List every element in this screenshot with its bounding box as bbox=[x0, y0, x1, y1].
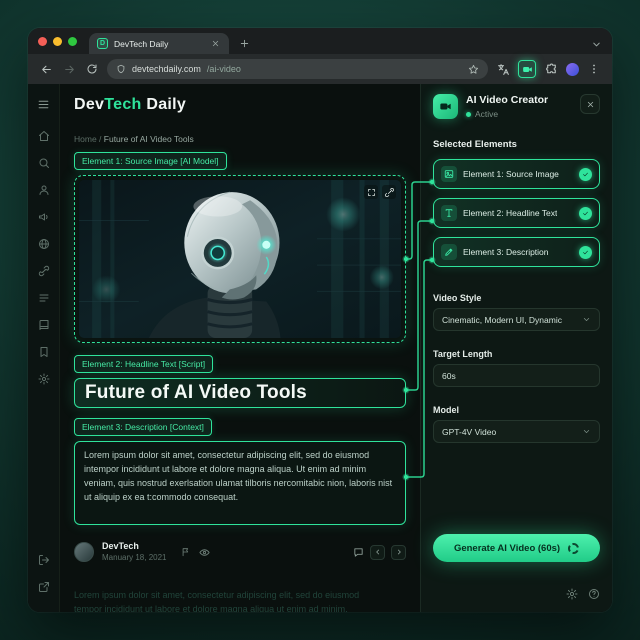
generate-video-button[interactable]: Generate AI Video (60s) bbox=[433, 534, 600, 562]
reload-icon[interactable] bbox=[84, 61, 100, 77]
new-tab-button[interactable] bbox=[235, 34, 253, 52]
feed-icon[interactable] bbox=[32, 286, 56, 310]
flag-icon[interactable] bbox=[181, 547, 191, 557]
book-icon[interactable] bbox=[32, 313, 56, 337]
tab-favicon: D bbox=[97, 38, 108, 49]
tab-close-icon[interactable] bbox=[211, 39, 221, 49]
views-eye-icon[interactable] bbox=[199, 547, 210, 558]
prev-page-chevron[interactable] bbox=[370, 545, 385, 560]
target-length-label: Target Length bbox=[433, 349, 600, 359]
ai-robot-image bbox=[79, 180, 401, 338]
window-controls bbox=[38, 28, 77, 54]
text-icon bbox=[441, 205, 457, 221]
menu-icon[interactable] bbox=[32, 92, 56, 116]
video-camera-icon bbox=[433, 94, 458, 119]
external-link-icon[interactable] bbox=[32, 575, 56, 599]
selected-element-3-button[interactable]: Element 3: Description bbox=[433, 237, 600, 267]
tab-title: DevTech Daily bbox=[114, 39, 168, 49]
image-icon bbox=[441, 166, 457, 182]
author-row: DevTech Manuary 18, 2021 bbox=[74, 541, 406, 563]
description-box: Lorem ipsum dolor sit amet, consectetur … bbox=[74, 441, 406, 525]
logout-icon[interactable] bbox=[32, 548, 56, 572]
model-label: Model bbox=[433, 405, 600, 415]
panel-title: AI Video Creator bbox=[466, 94, 548, 107]
selected-elements-heading: Selected Elements bbox=[433, 139, 600, 150]
forward-icon[interactable] bbox=[61, 61, 77, 77]
selected-element-2-button[interactable]: Element 2: Headline Text bbox=[433, 198, 600, 228]
active-status-dot bbox=[466, 112, 471, 117]
globe-icon[interactable] bbox=[32, 232, 56, 256]
target-length-input[interactable] bbox=[442, 371, 591, 381]
page-content: DevTech Daily Home / Future of AI Video … bbox=[28, 84, 612, 612]
check-icon bbox=[579, 168, 592, 181]
article-headline: Future of AI Video Tools bbox=[85, 382, 307, 404]
panel-header: AI Video Creator Active bbox=[433, 94, 600, 119]
address-bar[interactable]: devtechdaily.com/ai-video bbox=[107, 59, 488, 79]
translate-icon[interactable] bbox=[495, 61, 511, 77]
bookmark-icon[interactable] bbox=[32, 340, 56, 364]
url-path: /ai-video bbox=[207, 64, 241, 74]
close-window-button[interactable] bbox=[38, 37, 47, 46]
publish-date: Manuary 18, 2021 bbox=[102, 553, 167, 563]
author-avatar[interactable] bbox=[74, 542, 94, 562]
home-icon[interactable] bbox=[32, 124, 56, 148]
author-name: DevTech bbox=[102, 541, 167, 552]
video-style-label: Video Style bbox=[433, 293, 600, 303]
copy-link-icon[interactable] bbox=[382, 185, 396, 199]
browser-tab[interactable]: D DevTech Daily bbox=[89, 33, 229, 54]
selected-element-1-button[interactable]: Element 1: Source Image bbox=[433, 159, 600, 189]
element3-tag: Element 3: Description [Context] bbox=[74, 418, 212, 436]
pencil-icon bbox=[441, 244, 457, 260]
tab-overview-chevron-icon[interactable] bbox=[591, 39, 602, 50]
maximize-window-button[interactable] bbox=[68, 37, 77, 46]
status-badge: Active bbox=[466, 109, 548, 119]
link-icon[interactable] bbox=[32, 259, 56, 283]
breadcrumb-home[interactable]: Home bbox=[74, 134, 97, 144]
ai-video-extension-icon[interactable] bbox=[518, 60, 536, 78]
panel-footer bbox=[566, 588, 600, 600]
help-icon[interactable] bbox=[588, 588, 600, 600]
browser-menu-icon[interactable] bbox=[586, 61, 602, 77]
settings-gear-icon[interactable] bbox=[32, 367, 56, 391]
chevron-down-icon bbox=[582, 315, 591, 324]
minimize-window-button[interactable] bbox=[53, 37, 62, 46]
ai-video-creator-panel: AI Video Creator Active Selected Element… bbox=[420, 84, 612, 612]
sidebar-rail bbox=[28, 84, 60, 612]
tab-strip: D DevTech Daily bbox=[28, 28, 612, 54]
target-length-field bbox=[433, 364, 600, 387]
model-select[interactable]: GPT-4V Video bbox=[433, 420, 600, 443]
back-icon[interactable] bbox=[38, 61, 54, 77]
breadcrumb-current: Future of AI Video Tools bbox=[104, 134, 194, 144]
check-icon bbox=[579, 207, 592, 220]
breadcrumb: Home / Future of AI Video Tools bbox=[74, 134, 406, 144]
comments-icon[interactable] bbox=[353, 547, 364, 558]
profile-icon[interactable] bbox=[32, 178, 56, 202]
check-icon bbox=[579, 246, 592, 259]
next-page-chevron[interactable] bbox=[391, 545, 406, 560]
url-domain: devtechdaily.com bbox=[132, 64, 201, 74]
site-title: DevTech Daily bbox=[74, 96, 406, 114]
panel-settings-gear-icon[interactable] bbox=[566, 588, 578, 600]
source-image-frame bbox=[74, 175, 406, 343]
bookmark-star-icon[interactable] bbox=[468, 64, 479, 75]
expand-image-icon[interactable] bbox=[364, 185, 378, 199]
element2-tag: Element 2: Headline Text [Script] bbox=[74, 355, 213, 373]
panel-close-button[interactable] bbox=[580, 94, 600, 114]
chevron-down-icon bbox=[582, 427, 591, 436]
article-main: DevTech Daily Home / Future of AI Video … bbox=[60, 84, 420, 612]
element1-tag: Element 1: Source Image [AI Model] bbox=[74, 152, 227, 170]
search-icon[interactable] bbox=[32, 151, 56, 175]
site-info-shield-icon[interactable] bbox=[116, 64, 126, 74]
extensions-puzzle-icon[interactable] bbox=[543, 61, 559, 77]
browser-toolbar: devtechdaily.com/ai-video bbox=[28, 54, 612, 84]
megaphone-icon[interactable] bbox=[32, 205, 56, 229]
profile-avatar[interactable] bbox=[566, 63, 579, 76]
video-style-select[interactable]: Cinematic, Modern UI, Dynamic bbox=[433, 308, 600, 331]
loading-spinner-icon bbox=[568, 543, 579, 554]
robot-illustration bbox=[79, 180, 401, 338]
article-more-text: Lorem ipsum dolor sit amet, consectetur … bbox=[74, 589, 406, 612]
headline-box: Future of AI Video Tools bbox=[74, 378, 406, 408]
browser-window: D DevTech Daily devtechdaily.com/ai-v bbox=[28, 28, 612, 612]
